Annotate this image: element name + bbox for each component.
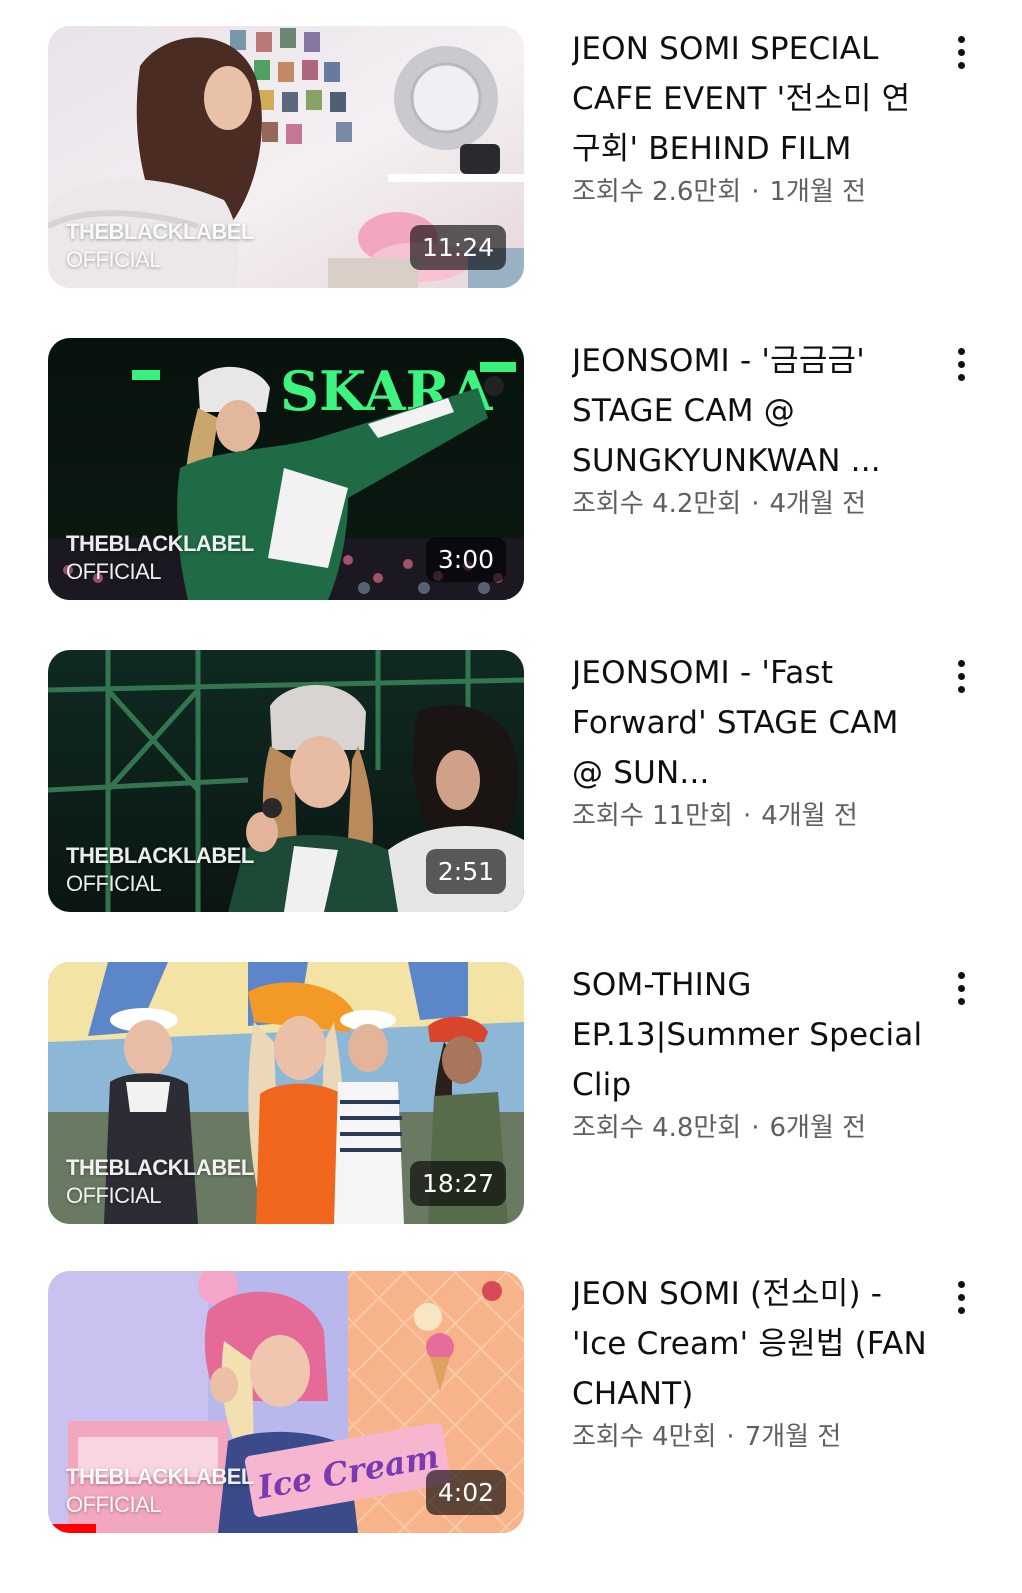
watermark-line: THEBLACKLABEL — [66, 843, 254, 868]
video-meta: 조회수 2.6만회 · 1개월 전 — [572, 172, 932, 212]
vertical-ellipsis-icon — [957, 347, 965, 381]
channel-watermark: THEBLACKLABEL OFFICIAL — [66, 218, 254, 274]
duration-badge: 3:00 — [425, 537, 506, 582]
video-item[interactable]: THEBLACKLABEL OFFICIAL 11:24 JEON SOMI S… — [0, 0, 1022, 300]
video-info: JEON SOMI SPECIAL CAFE EVENT '전소미 연구회' B… — [572, 24, 932, 212]
watermark-line: THEBLACKLABEL — [66, 1155, 254, 1180]
more-options-button[interactable] — [942, 342, 980, 386]
separator-dot: · — [751, 489, 760, 519]
more-options-button[interactable] — [942, 1275, 980, 1319]
vertical-ellipsis-icon — [957, 1280, 965, 1314]
view-count: 조회수 11만회 — [572, 801, 733, 831]
duration-badge: 11:24 — [409, 225, 506, 270]
watermark-line: OFFICIAL — [66, 1492, 162, 1517]
video-info: JEONSOMI - '금금금' STAGE CAM @ SUNGKYUNKWA… — [572, 336, 932, 524]
view-count: 조회수 2.6만회 — [572, 177, 742, 207]
separator-dot: · — [751, 177, 760, 207]
more-options-button[interactable] — [942, 30, 980, 74]
vertical-ellipsis-icon — [957, 35, 965, 69]
more-options-button[interactable] — [942, 654, 980, 698]
watermark-line: OFFICIAL — [66, 871, 162, 896]
video-meta: 조회수 11만회 · 4개월 전 — [572, 796, 932, 836]
upload-age: 4개월 전 — [761, 801, 858, 831]
video-title[interactable]: JEON SOMI (전소미) - 'Ice Cream' 응원법 (FAN C… — [572, 1269, 932, 1419]
video-meta: 조회수 4.8만회 · 6개월 전 — [572, 1108, 932, 1148]
watermark-line: THEBLACKLABEL — [66, 531, 254, 556]
video-thumbnail[interactable]: Ice Cream THEBLACKLABEL OFFICIAL 4:02 — [48, 1271, 524, 1533]
watermark-line: OFFICIAL — [66, 559, 162, 584]
video-item[interactable]: THEBLACKLABEL OFFICIAL 2:51 JEONSOMI - '… — [0, 624, 1022, 924]
watermark-line: OFFICIAL — [66, 247, 162, 272]
video-item[interactable]: THEBLACKLABEL OFFICIAL 18:27 SOM-THING E… — [0, 936, 1022, 1236]
channel-watermark: THEBLACKLABEL OFFICIAL — [66, 1463, 254, 1519]
video-info: SOM-THING EP.13|Summer Special Clip 조회수 … — [572, 960, 932, 1148]
video-list: THEBLACKLABEL OFFICIAL 11:24 JEON SOMI S… — [0, 0, 1022, 1593]
upload-age: 1개월 전 — [769, 177, 867, 207]
duration-badge: 18:27 — [409, 1161, 506, 1206]
video-thumbnail[interactable]: THEBLACKLABEL OFFICIAL 11:24 — [48, 26, 524, 288]
watermark-line: THEBLACKLABEL — [66, 219, 254, 244]
separator-dot: · — [742, 801, 752, 831]
video-title[interactable]: JEONSOMI - 'Fast Forward' STAGE CAM @ SU… — [572, 648, 932, 798]
more-options-button[interactable] — [942, 966, 980, 1010]
upload-age: 6개월 전 — [769, 1113, 867, 1143]
video-info: JEONSOMI - 'Fast Forward' STAGE CAM @ SU… — [572, 648, 932, 836]
watermark-line: OFFICIAL — [66, 1183, 162, 1208]
channel-watermark: THEBLACKLABEL OFFICIAL — [66, 1154, 254, 1210]
video-title[interactable]: JEONSOMI - '금금금' STAGE CAM @ SUNGKYUNKWA… — [572, 336, 932, 486]
watermark-line: THEBLACKLABEL — [66, 1464, 254, 1489]
channel-watermark: THEBLACKLABEL OFFICIAL — [66, 530, 254, 586]
duration-badge: 2:51 — [425, 849, 506, 894]
separator-dot: · — [726, 1422, 735, 1452]
vertical-ellipsis-icon — [957, 971, 965, 1005]
video-title[interactable]: SOM-THING EP.13|Summer Special Clip — [572, 960, 932, 1110]
view-count: 조회수 4만회 — [572, 1422, 717, 1452]
view-count: 조회수 4.2만회 — [572, 489, 742, 519]
video-title[interactable]: JEON SOMI SPECIAL CAFE EVENT '전소미 연구회' B… — [572, 24, 932, 174]
video-item[interactable]: Ice Cream THEBLACKLABEL OFFICIAL 4:02 JE… — [0, 1245, 1022, 1545]
separator-dot: · — [751, 1113, 760, 1143]
video-meta: 조회수 4만회 · 7개월 전 — [572, 1417, 932, 1457]
watch-progress-bar — [48, 1524, 96, 1533]
video-thumbnail[interactable]: SKARA THEBLACKLABEL OFFICIAL 3:00 — [48, 338, 524, 600]
vertical-ellipsis-icon — [957, 659, 965, 693]
video-thumbnail[interactable]: THEBLACKLABEL OFFICIAL 2:51 — [48, 650, 524, 912]
upload-age: 4개월 전 — [769, 489, 867, 519]
duration-badge: 4:02 — [425, 1470, 506, 1515]
channel-watermark: THEBLACKLABEL OFFICIAL — [66, 842, 254, 898]
video-item[interactable]: SKARA THEBLACKLABEL OFFICIAL 3:00 JEONSO… — [0, 312, 1022, 612]
upload-age: 7개월 전 — [744, 1422, 842, 1452]
video-thumbnail[interactable]: THEBLACKLABEL OFFICIAL 18:27 — [48, 962, 524, 1224]
video-meta: 조회수 4.2만회 · 4개월 전 — [572, 484, 932, 524]
video-info: JEON SOMI (전소미) - 'Ice Cream' 응원법 (FAN C… — [572, 1269, 932, 1457]
view-count: 조회수 4.8만회 — [572, 1113, 742, 1143]
